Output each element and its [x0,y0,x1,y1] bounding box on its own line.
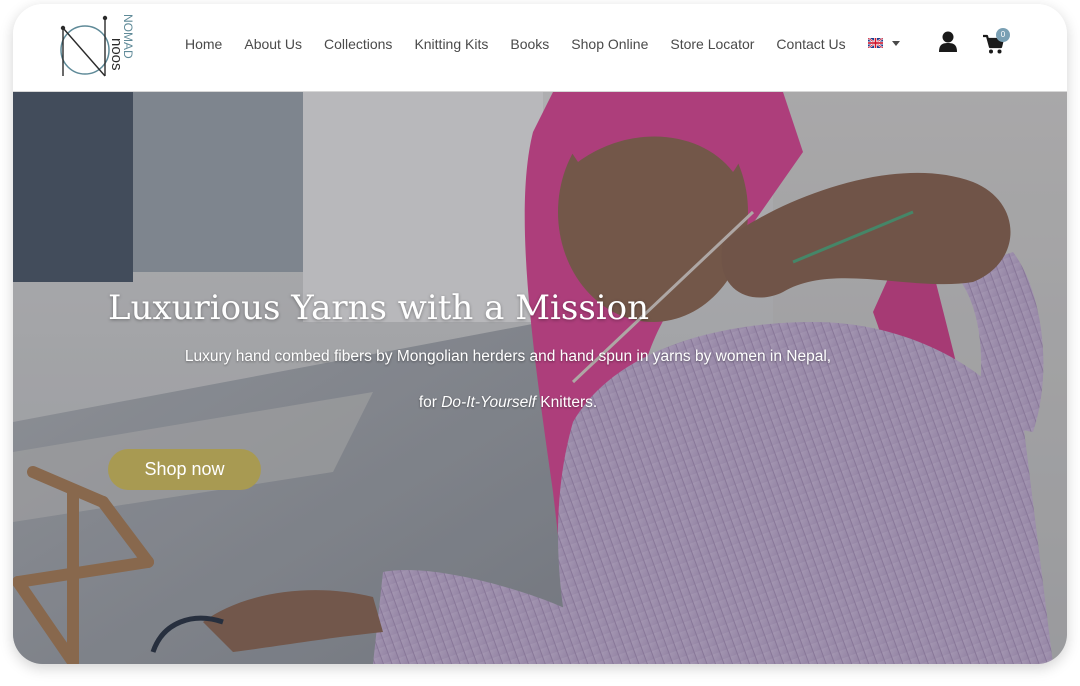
site-header: NOMAD noos Home About Us Collections Kni… [13,4,1067,92]
hero-description-line2: for Do-It-Yourself Knitters. [13,394,1003,412]
nav-shop-online[interactable]: Shop Online [571,36,648,52]
nav-about-us[interactable]: About Us [244,36,302,52]
main-nav: Home About Us Collections Knitting Kits … [185,36,868,52]
language-switcher[interactable] [868,38,900,48]
hero-banner: Luxurious Yarns with a Mission Luxury ha… [13,92,1067,664]
shop-now-button[interactable]: Shop now [108,449,261,490]
chevron-down-icon [892,40,900,46]
nav-knitting-kits[interactable]: Knitting Kits [414,36,488,52]
nav-books[interactable]: Books [510,36,549,52]
logo-text-bottom: noos [108,38,125,71]
user-icon[interactable] [938,31,958,53]
browser-frame: NOMAD noos Home About Us Collections Kni… [13,4,1067,664]
hero-line2-suffix: Knitters. [536,394,598,411]
hero-description-line1: Luxury hand combed fibers by Mongolian h… [184,348,832,365]
hero-overlay [13,92,1067,664]
hero-title: Luxurious Yarns with a Mission [108,288,650,328]
hero-line2-italic: Do-It-Yourself [441,394,536,411]
nav-collections[interactable]: Collections [324,36,392,52]
cart-count-badge: 0 [996,28,1010,42]
site-logo[interactable]: NOMAD noos [57,10,141,82]
cart-button[interactable]: 0 [982,28,1012,58]
uk-flag-icon [868,38,883,48]
nav-home[interactable]: Home [185,36,222,52]
nav-store-locator[interactable]: Store Locator [670,36,754,52]
nav-contact-us[interactable]: Contact Us [776,36,845,52]
hero-line2-prefix: for [418,394,442,411]
